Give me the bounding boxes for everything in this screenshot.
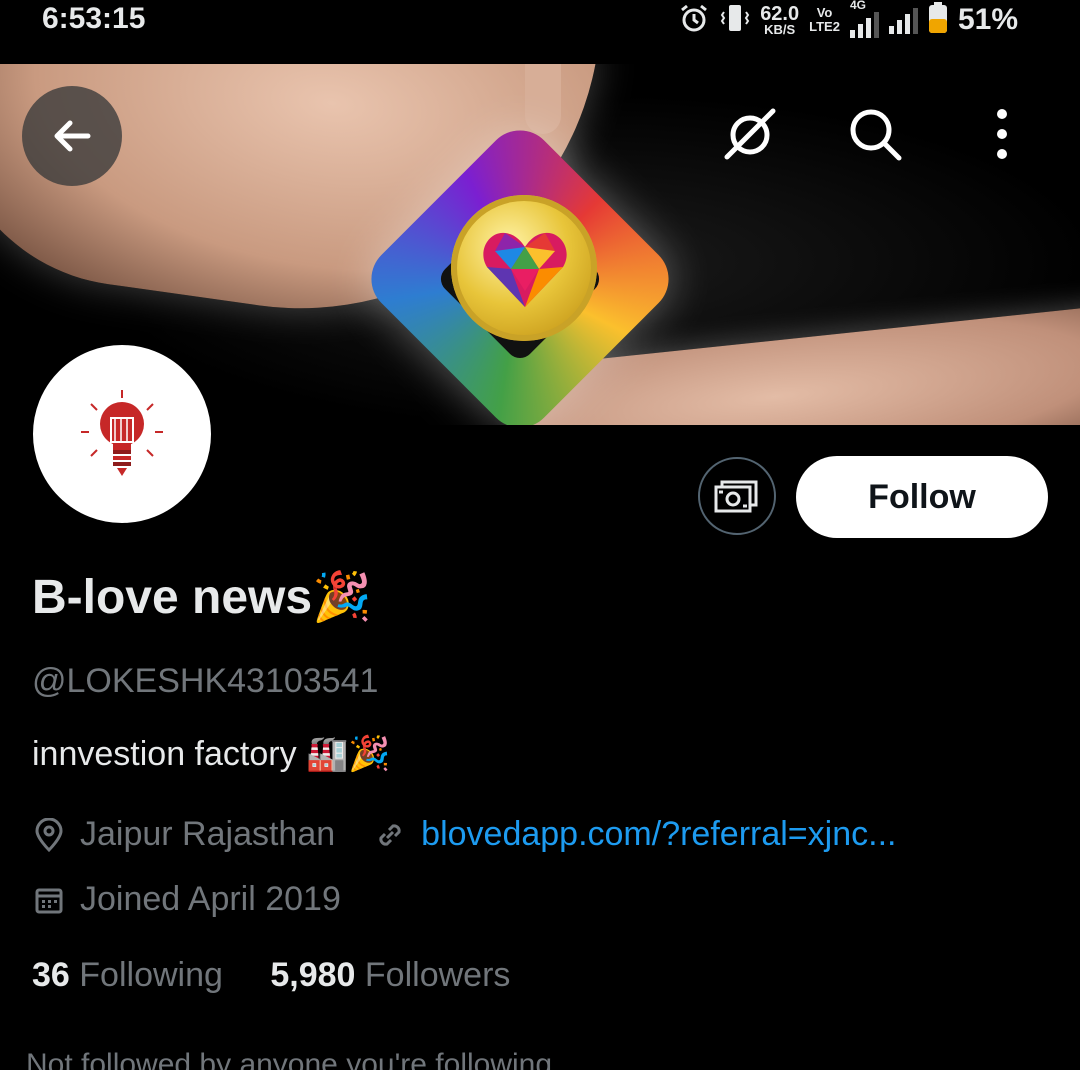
profile-location: Jaipur Rajasthan — [80, 815, 336, 853]
net-speed: 62.0 KB/S — [760, 2, 800, 37]
vibrate-icon — [720, 2, 750, 39]
calendar-icon — [32, 883, 66, 917]
follow-button[interactable]: Follow — [796, 456, 1048, 538]
tips-button[interactable] — [698, 457, 776, 535]
link-icon — [373, 818, 407, 852]
banner-coin-logo — [451, 195, 597, 341]
lightbulb-logo-icon — [81, 390, 163, 476]
search-button[interactable] — [845, 104, 905, 164]
alarm-icon — [678, 2, 710, 39]
following-link[interactable]: 36 Following — [32, 956, 223, 994]
money-icon — [714, 480, 758, 513]
location-pin-icon — [32, 817, 66, 852]
signal-icon — [888, 6, 918, 34]
status-bar: 6:53:15 62.0 KB/S Vo LTE2 4G 51% — [0, 0, 1080, 64]
grok-button[interactable] — [720, 104, 780, 164]
profile-meta-row: Jaipur Rajasthan blovedapp.com/?referral… — [32, 815, 896, 854]
heart-logo-icon — [483, 232, 567, 307]
not-followed-notice: Not followed by anyone you're following — [26, 1048, 553, 1070]
battery-percent: 51% — [957, 3, 1018, 36]
profile-name: B-love news🎉 — [32, 571, 372, 624]
battery-icon — [928, 1, 948, 39]
status-time: 6:53:15 — [42, 2, 146, 35]
grok-icon — [724, 108, 776, 160]
profile-handle: @LOKESHK43103541 — [32, 662, 379, 700]
bio-emoji: 🏭🎉 — [306, 735, 391, 773]
party-emoji: 🎉 — [312, 571, 372, 624]
profile-joined: Joined April 2019 — [80, 880, 341, 918]
status-icons: 62.0 KB/S Vo LTE2 4G 51% — [678, 0, 1018, 40]
followers-link[interactable]: 5,980 Followers — [270, 956, 510, 994]
profile-joined-row: Joined April 2019 — [32, 880, 341, 919]
avatar[interactable] — [30, 342, 214, 526]
profile-bio: innvestion factory 🏭🎉 — [32, 735, 391, 773]
more-button[interactable] — [972, 104, 1032, 164]
more-vertical-icon — [997, 109, 1007, 159]
signal-4g-icon: 4G — [849, 0, 879, 38]
profile-counts: 36 Following 5,980 Followers — [32, 956, 510, 995]
volte-indicator: Vo LTE2 — [809, 5, 840, 34]
profile-website-link[interactable]: blovedapp.com/?referral=xjnc... — [421, 815, 896, 854]
back-button[interactable] — [22, 86, 122, 186]
banner-finger — [525, 64, 561, 134]
search-icon — [850, 109, 902, 161]
arrow-left-icon — [54, 120, 91, 152]
